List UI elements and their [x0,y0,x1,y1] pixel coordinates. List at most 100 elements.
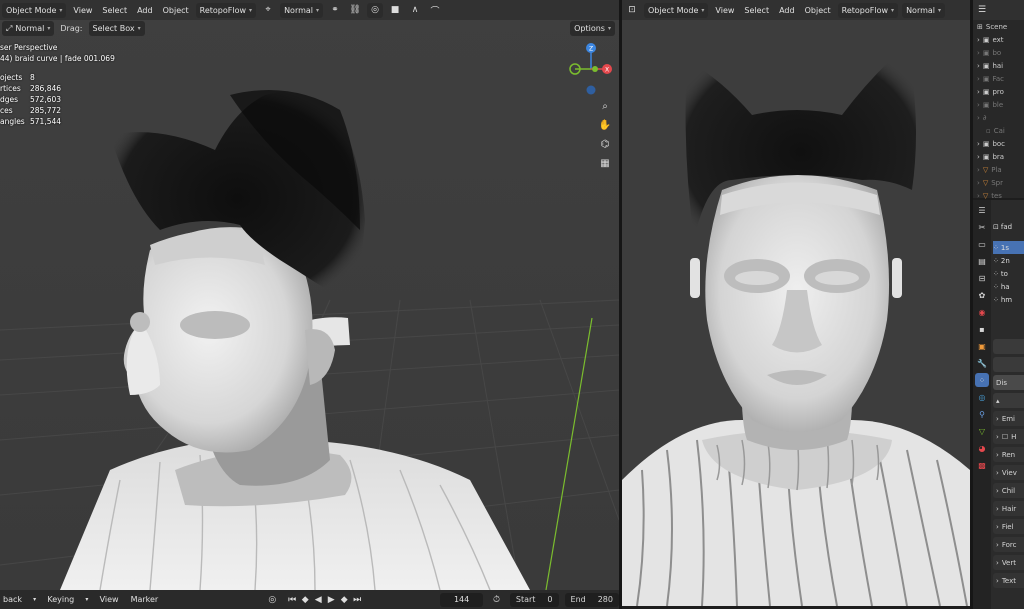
outliner-item[interactable]: › ▣ bo [973,46,1024,59]
clock-icon[interactable]: ⏱ [489,592,504,607]
checkbox-icon[interactable]: ☐ [1002,433,1008,441]
object-name-row[interactable]: ⊡ fad [993,220,1024,233]
outliner-item[interactable]: › ▣ boc [973,137,1024,150]
outliner-editor-icon[interactable]: ☰ [976,3,988,18]
neg-z-handle[interactable] [586,85,596,95]
record-icon[interactable]: ◎ [265,592,280,607]
right-3d-viewport[interactable]: ⊡ Object Mode ▾ View Select Add Object Re… [622,0,970,606]
scene-collection-row[interactable]: ⊞ Scene [973,20,1024,33]
marker-menu[interactable]: Marker [128,595,162,604]
properties-editor-icon[interactable]: ☰ [975,203,989,217]
editor-type-icon[interactable]: ⊡ [624,3,640,18]
particle-system-item[interactable]: ⁘ 2n [993,254,1024,267]
expand-arrow-icon[interactable]: › [977,179,980,187]
expand-arrow-icon[interactable]: › [977,49,980,57]
retopoflow-menu[interactable]: RetopoFlow ▾ [195,2,257,18]
zoom-icon[interactable]: ⌕ [596,97,614,115]
expand-arrow-icon[interactable]: › [977,153,980,161]
curve-icon[interactable]: ⌒ [427,3,443,18]
tool-tab-icon[interactable]: ✂ [975,220,989,234]
settings-field[interactable]: ▴ [993,393,1024,408]
panel-header[interactable]: › Vert [993,555,1024,570]
object-tab-icon[interactable]: ▣ [975,339,989,353]
particle-system-item[interactable]: ⁘ to [993,267,1024,280]
panel-header[interactable]: › Text [993,573,1024,588]
proportional-icon[interactable]: ◎ [367,2,384,18]
mode-dropdown[interactable]: Object Mode ▾ [644,2,709,18]
next-keyframe-icon[interactable]: ◆ [338,592,351,607]
expand-arrow-icon[interactable]: › [977,192,980,200]
outliner-item[interactable]: ▫ Cai [973,124,1024,137]
outliner-item[interactable]: › ▣ bra [973,150,1024,163]
material-tab-icon[interactable]: ◕ [975,441,989,455]
object-menu[interactable]: Object [802,6,834,15]
snap-icon[interactable]: ⛓ [347,3,363,18]
texture-tab-icon[interactable]: ▩ [975,458,989,472]
snap-target-icon[interactable]: ■ [387,3,403,18]
panel-header[interactable]: › ☐ H [993,429,1024,444]
settings-field[interactable] [993,339,1024,354]
retopoflow-menu[interactable]: RetopoFlow ▾ [837,2,899,18]
object-menu[interactable]: Object [160,6,192,15]
panel-header[interactable]: › Chil [993,483,1024,498]
outliner-item[interactable]: › ▽ Spr [973,176,1024,189]
left-3d-viewport[interactable]: Object Mode ▾ View Select Add Object Reto… [0,0,619,590]
drag-select-dropdown[interactable]: Select Box ▾ [88,21,145,36]
orientation-dropdown[interactable]: Normal ▾ [902,2,946,18]
view-menu[interactable]: View [97,595,122,604]
expand-arrow-icon[interactable]: › [977,36,980,44]
current-frame-field[interactable]: 144 [439,592,484,607]
select-menu[interactable]: Select [99,6,130,15]
expand-arrow-icon[interactable]: › [977,62,980,70]
panel-header[interactable]: › Ren [993,447,1024,462]
prev-keyframe-icon[interactable]: ◆ [299,592,312,607]
play-icon[interactable]: ▶ [325,592,338,607]
expand-arrow-icon[interactable]: › [977,140,980,148]
view-menu[interactable]: View [70,6,95,15]
play-reverse-icon[interactable]: ◀ [312,592,325,607]
output-tab-icon[interactable]: ▤ [975,254,989,268]
panel-header[interactable]: › Forc [993,537,1024,552]
navigation-gizmo[interactable]: Z X [569,40,613,100]
playback-menu[interactable]: back [0,595,25,604]
grid-view-icon[interactable]: ▦ [596,154,614,172]
pan-hand-icon[interactable]: ✋ [596,116,614,134]
outliner-item[interactable]: › ▽ Pla [973,163,1024,176]
view-layer-tab-icon[interactable]: ⊟ [975,271,989,285]
outliner-item[interactable]: › ▣ ext [973,33,1024,46]
orientation-dropdown[interactable]: Normal ▾ [280,2,324,18]
outliner-item[interactable]: › ▣ ble [973,98,1024,111]
panel-header[interactable]: › Fiel [993,519,1024,534]
outliner-item[interactable]: › ∂ [973,111,1024,124]
outliner-item[interactable]: › ▣ hai [973,59,1024,72]
panel-header[interactable]: › Emi [993,411,1024,426]
keying-menu[interactable]: Keying [44,595,77,604]
falloff-icon[interactable]: ∧ [407,3,423,18]
particle-system-item[interactable]: ⁘ hm [993,293,1024,306]
expand-arrow-icon[interactable]: › [977,88,980,96]
transform-orientation-dropdown[interactable]: ⤢ Normal ▾ [2,21,55,36]
world-tab-icon[interactable]: ◉ [975,305,989,319]
expand-arrow-icon[interactable]: › [977,101,980,109]
particles-tab-icon[interactable]: ⁘ [975,373,989,387]
outliner-item[interactable]: › ▣ Fac [973,72,1024,85]
data-tab-icon[interactable]: ▽ [975,424,989,438]
end-frame-field[interactable]: End 280 [564,592,619,607]
jump-start-icon[interactable]: ⏮ [286,592,299,607]
options-dropdown[interactable]: Options ▾ [570,21,615,36]
panel-header[interactable]: › Viev [993,465,1024,480]
view-menu[interactable]: View [712,6,737,15]
panel-header[interactable]: › Hair [993,501,1024,516]
constraints-tab-icon[interactable]: ⚲ [975,407,989,421]
settings-field[interactable] [993,357,1024,372]
properties-panel[interactable]: ☰ ✂ ▭ ▤ ⊟ ✿ ◉ ▪ ▣ 🔧 ⁘ ◎ ⚲ ▽ ◕ ▩ ⊡ fad ⁘ 1s… [973,200,1024,609]
particle-system-item[interactable]: ⁘ ha [993,280,1024,293]
particle-system-item[interactable]: ⁘ 1s [993,241,1024,254]
render-tab-icon[interactable]: ▭ [975,237,989,251]
display-button[interactable]: Dis [993,375,1024,390]
modifier-tab-icon[interactable]: 🔧 [975,356,989,370]
collection-tab-icon[interactable]: ▪ [975,322,989,336]
outliner-item[interactable]: › ▣ pro [973,85,1024,98]
select-menu[interactable]: Select [741,6,772,15]
jump-end-icon[interactable]: ⏭ [351,592,364,607]
